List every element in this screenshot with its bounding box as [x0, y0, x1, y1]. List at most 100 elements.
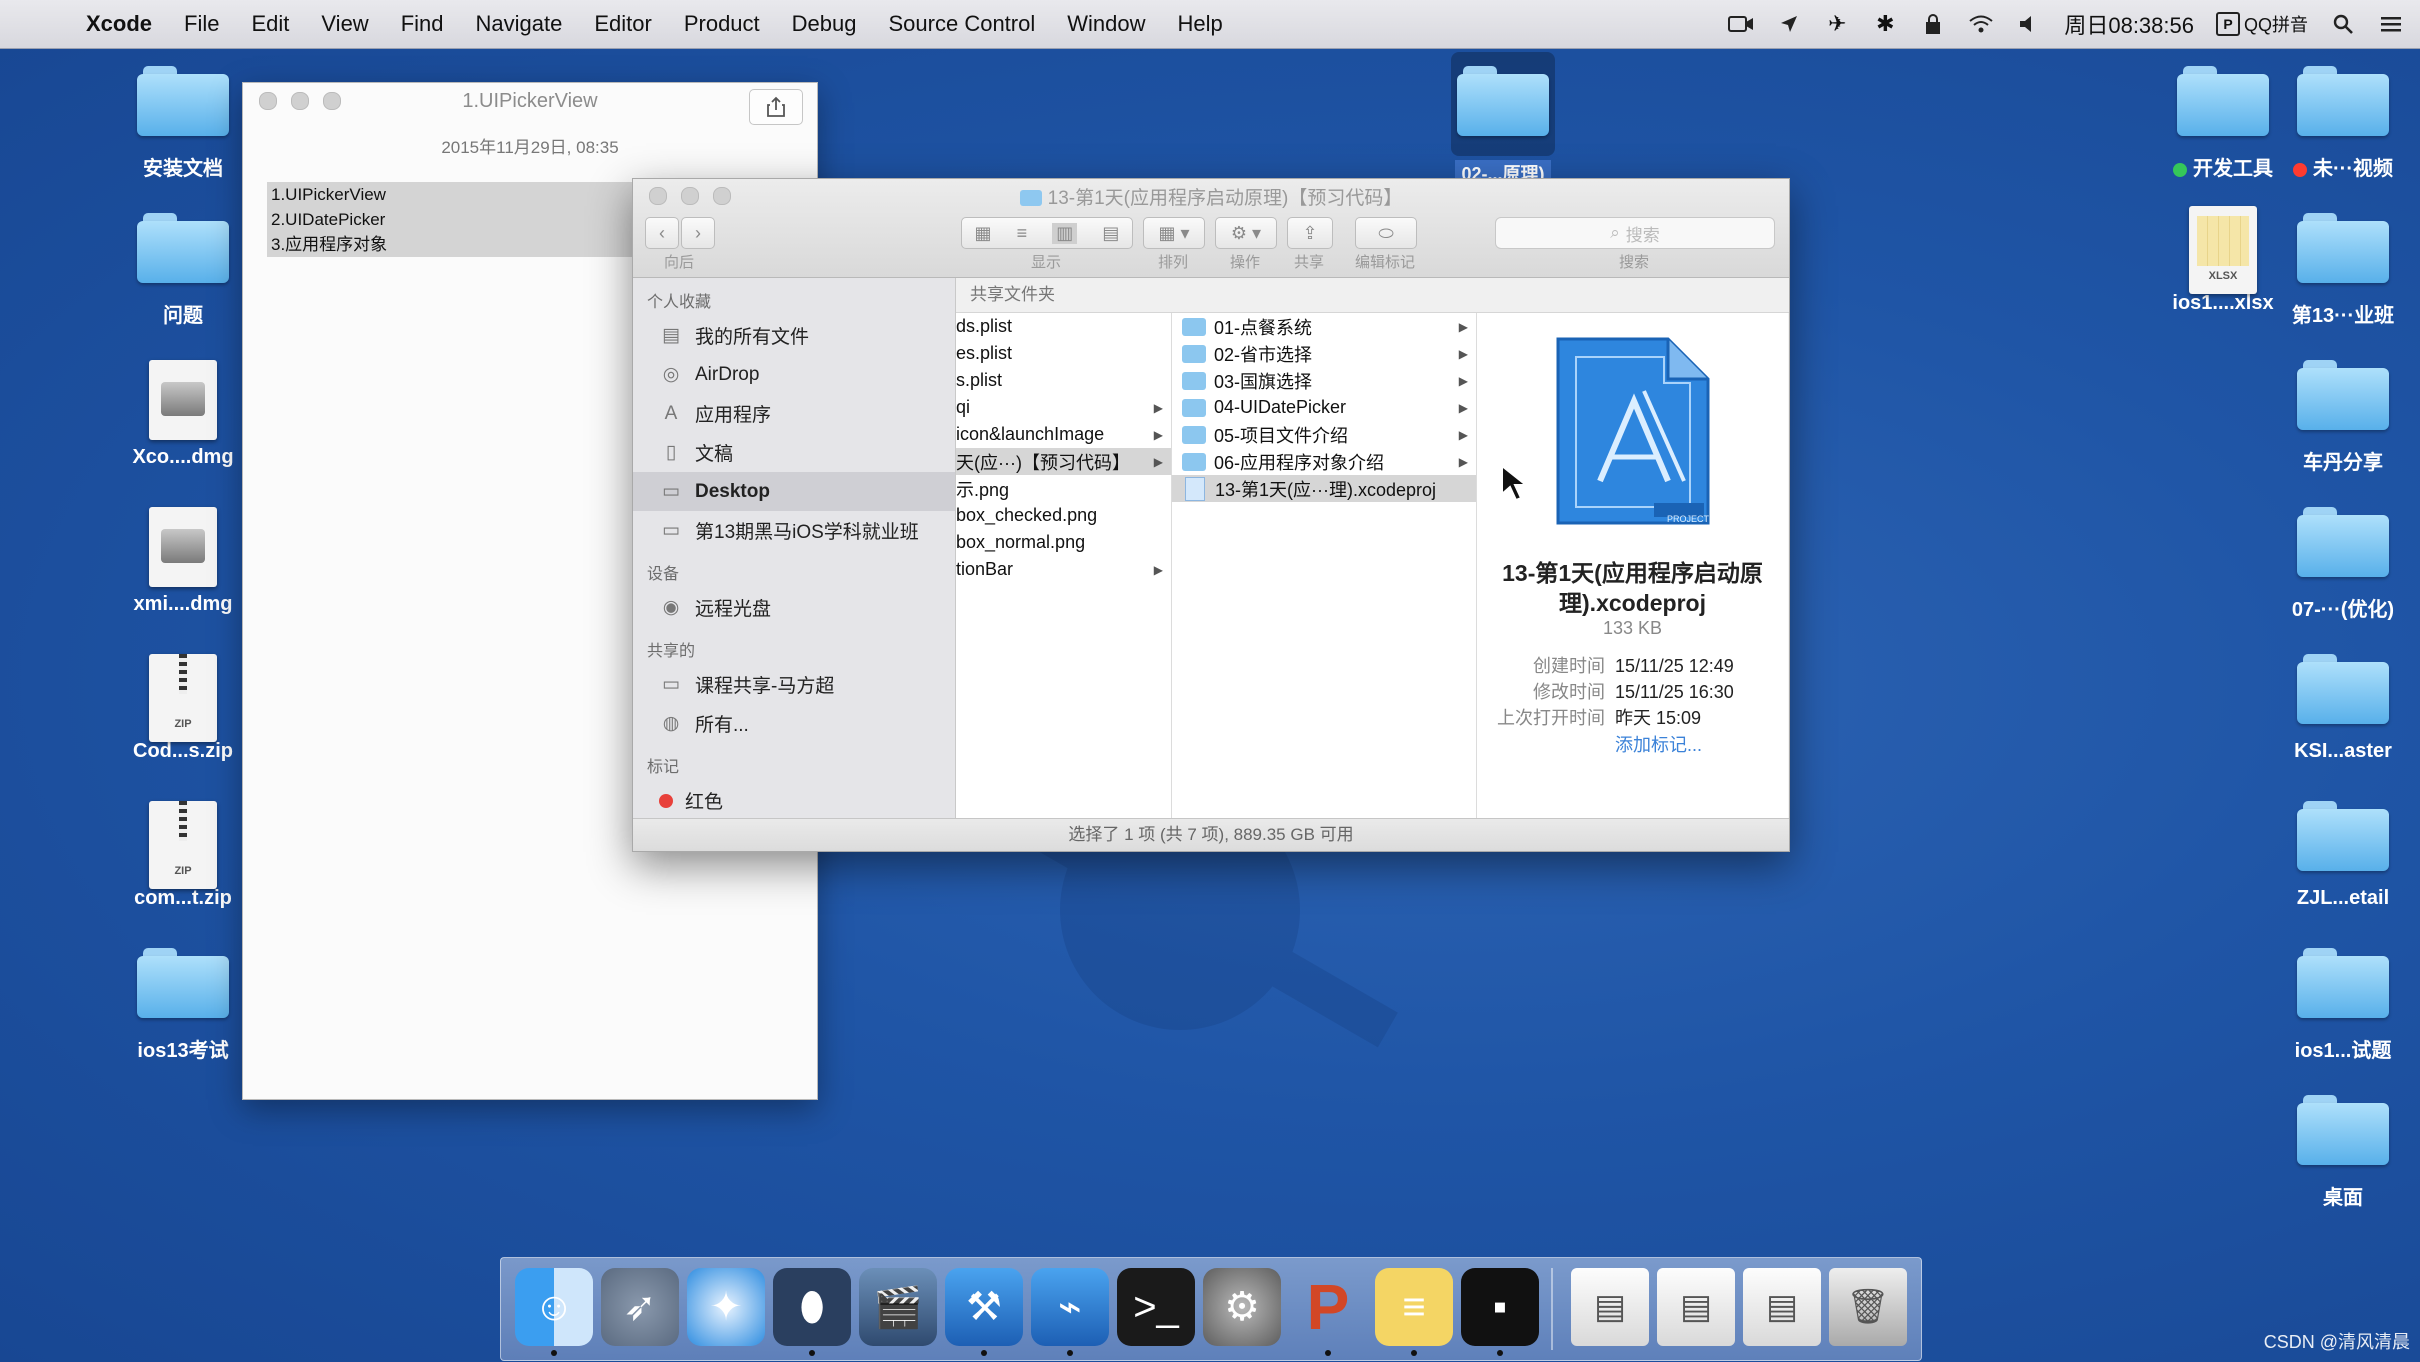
- camera-icon[interactable]: [1728, 11, 1754, 37]
- spotlight-search-icon[interactable]: [2330, 11, 2356, 37]
- edit-tags-button[interactable]: ⬭: [1355, 217, 1417, 249]
- dock-xcode-icon[interactable]: ⚒: [945, 1268, 1023, 1346]
- airplane-icon[interactable]: ✈: [1824, 11, 1850, 37]
- column-item[interactable]: 06-应用程序对象介绍 ▶: [1172, 448, 1476, 475]
- column-view-icon[interactable]: ▥: [1052, 222, 1078, 244]
- sidebar-item-favorite[interactable]: ▯ 文稿: [633, 433, 955, 472]
- notification-center-icon[interactable]: [2378, 11, 2404, 37]
- desktop-icon-center-folder[interactable]: 02-...原理): [1428, 52, 1578, 186]
- desktop-icon[interactable]: 未···视频: [2268, 66, 2418, 181]
- desktop-icon[interactable]: 桌面: [2268, 1095, 2418, 1210]
- desktop-icon[interactable]: 车丹分享: [2268, 360, 2418, 475]
- finder-window[interactable]: 13-第1天(应用程序启动原理)【预习代码】 ‹ › 向后 ▦ ≡ ▥ ▤ 显示…: [632, 178, 1790, 852]
- dock-terminal-icon[interactable]: >_: [1117, 1268, 1195, 1346]
- action-button[interactable]: ⚙ ▾: [1215, 217, 1277, 249]
- column-item[interactable]: 示.png: [956, 475, 1171, 502]
- menu-product[interactable]: Product: [668, 11, 776, 37]
- dock-preview-doc-icon[interactable]: ▤: [1571, 1268, 1649, 1346]
- desktop-icon[interactable]: ios1...试题: [2268, 948, 2418, 1063]
- finder-search-field[interactable]: ⌕ 搜索: [1495, 217, 1775, 249]
- wifi-icon[interactable]: [1968, 11, 1994, 37]
- desktop-icon[interactable]: 安装文档: [108, 66, 258, 181]
- dock-file-doc-icon[interactable]: ▤: [1657, 1268, 1735, 1346]
- sidebar-item-favorite[interactable]: ▭ Desktop: [633, 472, 955, 511]
- column-item[interactable]: box_checked.png: [956, 502, 1171, 529]
- column-item[interactable]: box_normal.png: [956, 529, 1171, 556]
- column-item[interactable]: 01-点餐系统 ▶: [1172, 313, 1476, 340]
- arrange-button[interactable]: ▦ ▾: [1143, 217, 1205, 249]
- location-icon[interactable]: [1776, 11, 1802, 37]
- dock-system-preferences-icon[interactable]: ⚙: [1203, 1268, 1281, 1346]
- column-item[interactable]: qi ▶: [956, 394, 1171, 421]
- share-button[interactable]: [749, 89, 803, 125]
- sidebar-item-device[interactable]: ◉ 远程光盘: [633, 588, 955, 627]
- dock-finder-icon[interactable]: ☺: [515, 1268, 593, 1346]
- column-item[interactable]: 03-国旗选择 ▶: [1172, 367, 1476, 394]
- dock-launchpad-icon[interactable]: ➶: [601, 1268, 679, 1346]
- desktop-icon[interactable]: ZIP Cod...s.zip: [108, 654, 258, 763]
- sidebar-item-favorite[interactable]: A 应用程序: [633, 394, 955, 433]
- sidebar-item-shared[interactable]: ▭ 课程共享-马方超: [633, 665, 955, 704]
- column-item[interactable]: 05-项目文件介绍 ▶: [1172, 421, 1476, 448]
- menu-help[interactable]: Help: [1162, 11, 1239, 37]
- desktop-icon[interactable]: ios13考试: [108, 948, 258, 1063]
- coverflow-view-icon[interactable]: ▤: [1102, 223, 1119, 244]
- menu-find[interactable]: Find: [385, 11, 460, 37]
- menu-window[interactable]: Window: [1051, 11, 1161, 37]
- dock-notes-icon[interactable]: ≡: [1375, 1268, 1453, 1346]
- text-window-titlebar[interactable]: 1.UIPickerView: [243, 83, 817, 125]
- column-item[interactable]: icon&launchImage ▶: [956, 421, 1171, 448]
- sidebar-item-tag[interactable]: 红色: [633, 781, 955, 818]
- desktop-icon[interactable]: 问题: [108, 213, 258, 328]
- menu-edit[interactable]: Edit: [235, 11, 305, 37]
- sidebar-item-favorite[interactable]: ▤ 我的所有文件: [633, 316, 955, 355]
- dock-safari-icon[interactable]: ✦: [687, 1268, 765, 1346]
- sidebar-item-favorite[interactable]: ▭ 第13期黑马iOS学科就业班: [633, 511, 955, 550]
- dock-mouse-icon[interactable]: ⬮: [773, 1268, 851, 1346]
- menu-file[interactable]: File: [168, 11, 235, 37]
- column-item[interactable]: tionBar ▶: [956, 556, 1171, 583]
- clock-text[interactable]: 周日08:38:56: [2064, 8, 2194, 40]
- column-item[interactable]: s.plist: [956, 367, 1171, 394]
- column-item[interactable]: ds.plist: [956, 313, 1171, 340]
- finder-column-2[interactable]: 01-点餐系统 ▶ 02-省市选择 ▶ 03-国旗选择 ▶ 04-UIDatePicker ▶…: [1172, 313, 1477, 818]
- desktop-icon[interactable]: KSI...aster: [2268, 654, 2418, 763]
- sidebar-item-favorite[interactable]: ◎ AirDrop: [633, 355, 955, 394]
- note-line[interactable]: 1.UIPickerView: [267, 182, 635, 207]
- finder-share-button[interactable]: ⇪: [1287, 217, 1333, 249]
- dock-trash-icon[interactable]: 🗑: [1829, 1268, 1907, 1346]
- dock-powerpoint-icon[interactable]: P: [1289, 1268, 1367, 1346]
- column-item[interactable]: es.plist: [956, 340, 1171, 367]
- view-mode-control[interactable]: ▦ ≡ ▥ ▤: [961, 217, 1133, 249]
- column-item[interactable]: 02-省市选择 ▶: [1172, 340, 1476, 367]
- app-menu[interactable]: Xcode: [70, 11, 168, 37]
- note-line[interactable]: 2.UIDatePicker: [267, 207, 635, 232]
- list-view-icon[interactable]: ≡: [1017, 223, 1028, 244]
- menu-editor[interactable]: Editor: [578, 11, 667, 37]
- desktop-icon[interactable]: ZJL...etail: [2268, 801, 2418, 910]
- menu-view[interactable]: View: [305, 11, 384, 37]
- bluetooth-icon[interactable]: ✱: [1872, 11, 1898, 37]
- desktop-icon[interactable]: ZIP com...t.zip: [108, 801, 258, 910]
- dock-movie-icon[interactable]: 🎬: [859, 1268, 937, 1346]
- column-item[interactable]: 天(应···)【预习代码】 ▶: [956, 448, 1171, 475]
- dock-screenshot-doc-icon[interactable]: ▤: [1743, 1268, 1821, 1346]
- note-line[interactable]: 3.应用程序对象: [267, 232, 635, 257]
- lock-icon[interactable]: [1920, 11, 1946, 37]
- column-item[interactable]: 13-第1天(应···理).xcodeproj: [1172, 475, 1476, 502]
- add-tags-link[interactable]: 添加标记...: [1477, 731, 1788, 757]
- menu-navigate[interactable]: Navigate: [460, 11, 579, 37]
- sidebar-item-shared[interactable]: ◍ 所有...: [633, 704, 955, 743]
- forward-button[interactable]: ›: [681, 217, 715, 249]
- desktop-icon[interactable]: xmi....dmg: [108, 507, 258, 616]
- dock-console-icon[interactable]: ▪: [1461, 1268, 1539, 1346]
- column-item[interactable]: 04-UIDatePicker ▶: [1172, 394, 1476, 421]
- back-button[interactable]: ‹: [645, 217, 679, 249]
- desktop-icon[interactable]: 第13···业班: [2268, 213, 2418, 328]
- icon-view-icon[interactable]: ▦: [975, 223, 992, 244]
- finder-column-1[interactable]: ds.plist es.plist s.plist qi ▶ icon&launchIma…: [956, 313, 1172, 818]
- volume-icon[interactable]: [2016, 11, 2042, 37]
- input-method-menu[interactable]: P QQ拼音: [2215, 11, 2308, 37]
- menu-source-control[interactable]: Source Control: [873, 11, 1052, 37]
- dock-instruments-icon[interactable]: ⌁: [1031, 1268, 1109, 1346]
